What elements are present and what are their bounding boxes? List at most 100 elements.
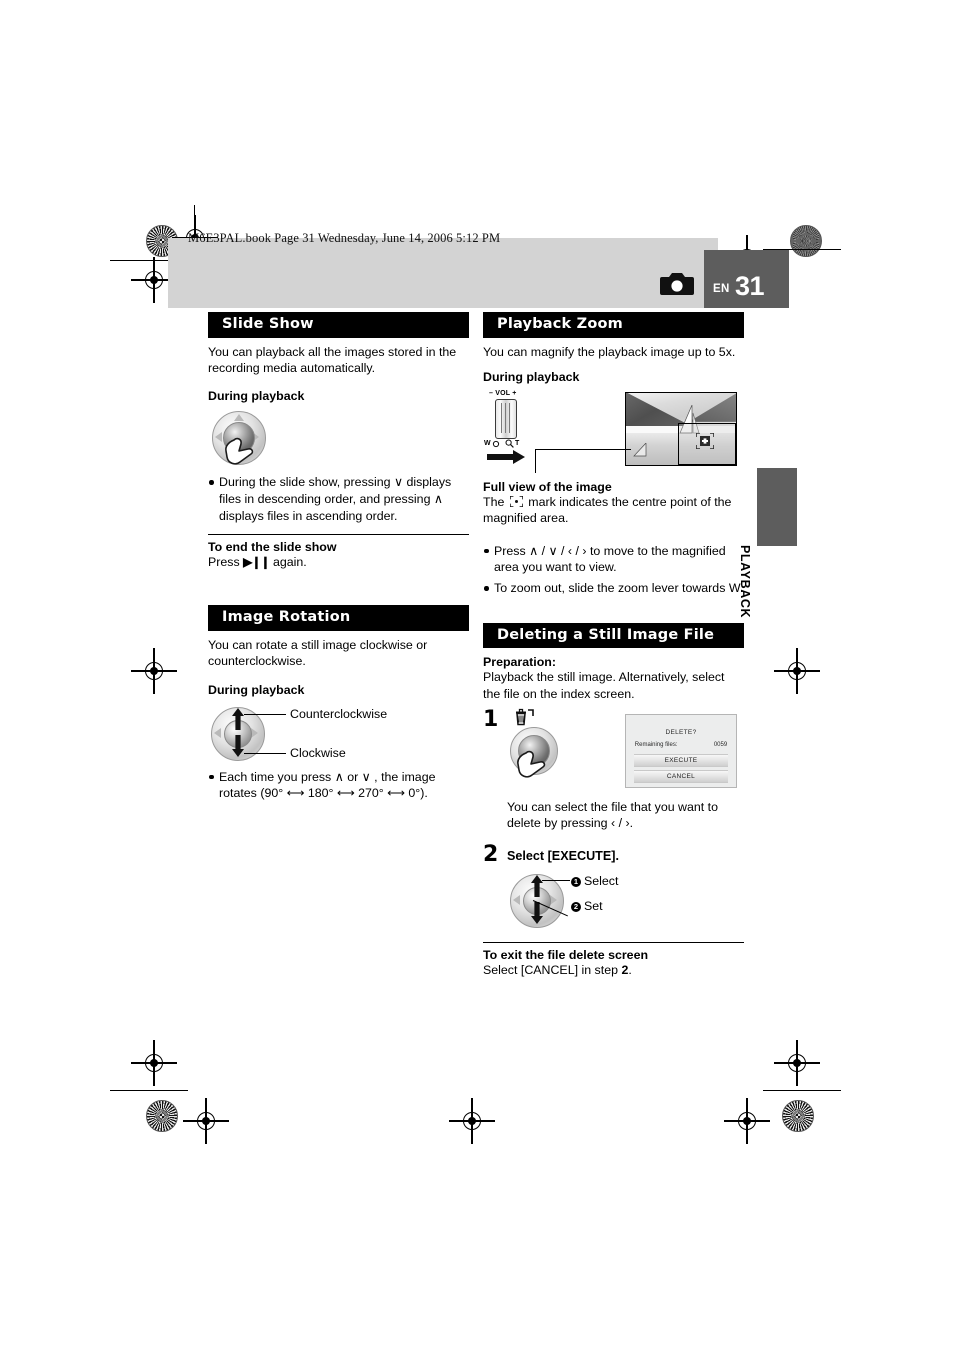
joystick-press-icon: [507, 725, 565, 783]
delete-confirm-dialog: DELETE? Remaining files: 0059 EXECUTE CA…: [625, 714, 737, 789]
trim-line-bottom-left: [110, 1090, 188, 1092]
leader-line-full-view-vert: [535, 449, 537, 474]
zoom-lever-w-label: W: [484, 440, 491, 448]
sailboat-photo-thumbnail: [625, 392, 737, 467]
leader-line-select: [542, 879, 570, 881]
dialog-cancel-button[interactable]: CANCEL: [633, 770, 729, 784]
up-arrow-icon: [232, 707, 244, 730]
trash-can-icon: [516, 708, 534, 726]
playback-zoom-during-playback-label: During playback: [483, 370, 580, 385]
right-column: Playback Zoom You can magnify the playba…: [483, 312, 744, 978]
page-number-box: EN 31: [704, 250, 789, 308]
leader-line-full-view: [535, 449, 631, 451]
badge-2: 2: [571, 901, 581, 912]
exit-block: To exit the file delete screen Select [C…: [483, 941, 744, 978]
registration-rosette-bottom-right: [782, 1100, 814, 1132]
exit-heading: To exit the file delete screen: [483, 947, 649, 962]
badge-1: 1: [571, 876, 581, 887]
slide-show-bullet: During the slide show, pressing ∨ displa…: [208, 474, 469, 524]
leader-line-cw: [244, 752, 286, 754]
full-view-text: The mark indicates the centre point of t…: [483, 494, 744, 527]
step-2-set-label: 2 Set: [571, 899, 603, 913]
trim-line-bottom-right: [763, 1090, 841, 1092]
registration-mark-right-mid: [774, 648, 820, 694]
step-1-caption-glyphs: ‹ / ›: [611, 816, 630, 831]
section-heading-playback-zoom: Playback Zoom: [483, 312, 744, 338]
page-number: 31: [735, 271, 765, 301]
zoom-lever-t-label: T: [515, 440, 520, 448]
exit-text-before: Select [CANCEL] in step: [483, 962, 618, 977]
end-text-after: again.: [272, 555, 307, 570]
bullet-1-before: Press: [494, 543, 526, 558]
wide-angle-icon: [492, 440, 500, 448]
label-select: Select: [584, 873, 619, 888]
image-rotation-intro: You can rotate a still image clockwise o…: [208, 637, 428, 669]
language-code: EN: [713, 283, 730, 295]
playback-zoom-bullet-2: To zoom out, slide the zoom lever toward…: [483, 580, 744, 597]
dialog-execute-button[interactable]: EXECUTE: [633, 754, 729, 768]
joystick-press-icon: [208, 408, 469, 470]
label-clockwise: Clockwise: [290, 745, 346, 760]
full-view-heading: Full view of the image: [483, 480, 612, 495]
header-band: [168, 238, 718, 308]
exit-text: Select [CANCEL] in step 2.: [483, 962, 744, 978]
play-pause-icon: ▶❙❙: [243, 555, 270, 570]
up-arrow-icon: [531, 874, 543, 897]
registration-mark-bottom-right-lower: [724, 1098, 770, 1144]
slide-show-end-heading: To end the slide show: [208, 540, 337, 555]
remaining-files-value: 0059: [713, 742, 728, 749]
slide-show-end-block: To end the slide show Press ▶❙❙ again.: [208, 534, 469, 571]
direction-glyphs: ∧ / ∨ / ‹ / ›: [529, 543, 587, 558]
step-1-number: 1: [483, 707, 499, 733]
joystick-updown-icon: Counterclockwise Clockwise: [208, 703, 469, 765]
section-heading-slide-show: Slide Show: [208, 312, 469, 338]
manual-page: M6E3PAL.book Page 31 Wednesday, June 14,…: [0, 0, 954, 1351]
magnifier-icon: [505, 439, 514, 448]
leader-line-ccw: [244, 713, 286, 715]
registration-rosette-bottom-left: [146, 1100, 178, 1132]
playback-zoom-bullet-1: Press ∧ / ∨ / ‹ / › to move to the magni…: [483, 543, 744, 576]
registration-mark-bottom-left-lower: [183, 1098, 229, 1144]
section-heading-image-rotation: Image Rotation: [208, 605, 469, 631]
registration-mark-bottom-left-upper: [131, 1040, 177, 1086]
step-2-select-label: 1 Select: [571, 874, 618, 888]
playback-zoom-intro: You can magnify the playback image up to…: [483, 344, 736, 359]
preparation-text: Playback the still image. Alternatively,…: [483, 670, 725, 701]
file-stamp: M6E3PAL.book Page 31 Wednesday, June 14,…: [188, 231, 501, 245]
dialog-remaining-row: Remaining files: 0059: [635, 742, 727, 748]
image-rotation-during-playback-label: During playback: [208, 682, 305, 697]
full-view-text-before: The: [483, 495, 505, 510]
still-camera-icon: [660, 270, 694, 296]
registration-rosette-top-right: [790, 225, 822, 257]
section-heading-deleting-file: Deleting a Still Image File: [483, 622, 744, 649]
centre-point-mark-inline-icon: [509, 496, 523, 508]
step-1-caption-after: .: [629, 816, 634, 831]
zoom-lever-icon: – VOL + W T: [483, 390, 543, 468]
registration-mark-top-left-lower: [131, 257, 177, 303]
zoom-lever-vol-label: – VOL +: [489, 390, 517, 398]
step-2-title: Select [EXECUTE].: [507, 848, 619, 863]
slide-show-intro: You can playback all the images stored i…: [208, 344, 457, 376]
label-counterclockwise: Counterclockwise: [290, 706, 388, 721]
dialog-title: DELETE?: [665, 729, 697, 737]
playback-zoom-illustration: – VOL + W T: [483, 390, 744, 482]
image-rotation-bullet: Each time you press ∧ or ∨ , the image r…: [208, 769, 469, 802]
exit-text-after: .: [628, 962, 632, 977]
centre-point-mark-icon: [696, 433, 714, 450]
registration-mark-bottom-right-upper: [774, 1040, 820, 1086]
label-set: Set: [584, 898, 603, 913]
down-arrow-icon: [232, 734, 244, 757]
remaining-files-label: Remaining files:: [634, 742, 678, 749]
step-2-block: 2 Select [EXECUTE]. 1 Select 2 Set: [483, 842, 744, 946]
slide-show-during-playback-label: During playback: [208, 389, 305, 404]
side-tab-block: [757, 468, 797, 546]
end-text-before: Press: [208, 555, 240, 570]
left-column: Slide Show You can playback all the imag…: [208, 312, 469, 802]
registration-mark-left-mid: [131, 648, 177, 694]
registration-mark-bottom-center: [449, 1098, 495, 1144]
right-arrow-icon: [487, 450, 525, 465]
step-1-block: 1 DELETE? Remaining files: 0059 EXECUTE …: [483, 707, 744, 805]
slide-show-end-text: Press ▶❙❙ again.: [208, 554, 469, 571]
joystick-select-set-icon: [507, 870, 570, 932]
step-2-number: 2: [483, 841, 499, 867]
